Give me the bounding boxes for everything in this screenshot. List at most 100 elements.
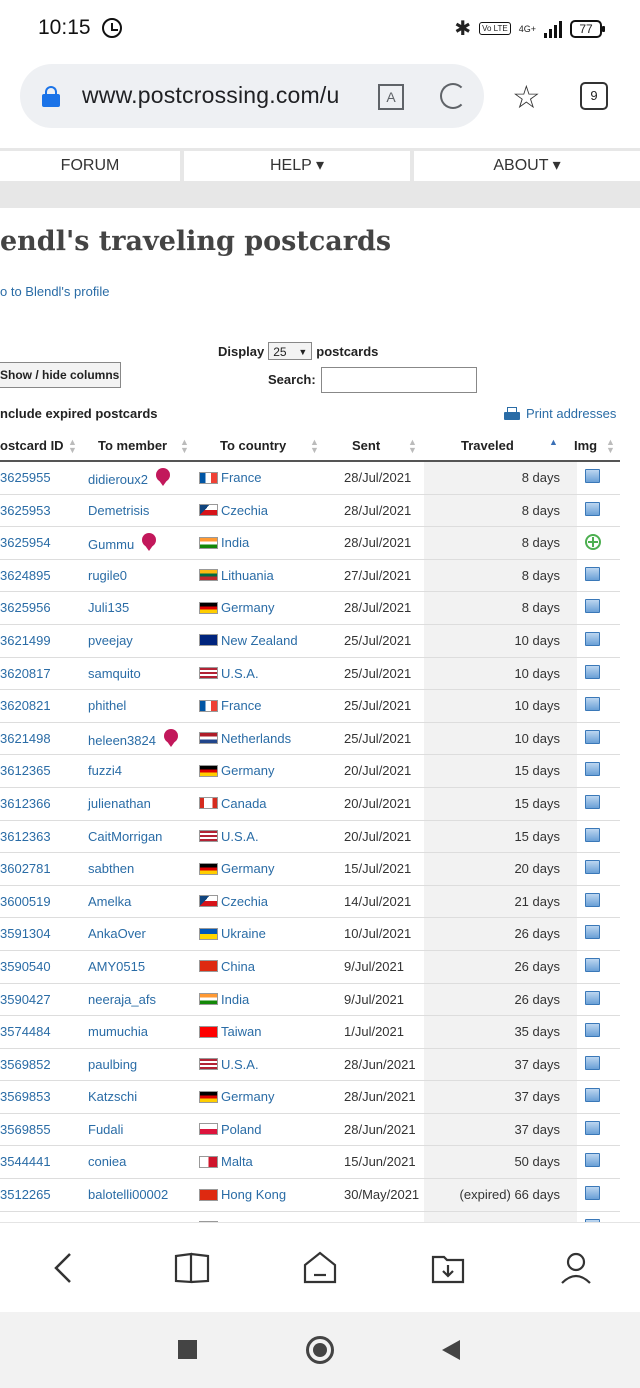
downloads-icon[interactable] bbox=[430, 1251, 466, 1285]
include-expired-label[interactable]: nclude expired postcards bbox=[0, 406, 158, 421]
img-cell[interactable] bbox=[585, 1153, 600, 1170]
member-link[interactable]: julienathan bbox=[88, 796, 151, 811]
col-header-country[interactable]: To country bbox=[220, 438, 286, 453]
member-link[interactable]: Gummu bbox=[88, 537, 134, 552]
img-cell[interactable] bbox=[585, 697, 600, 714]
country-link[interactable]: Canada bbox=[221, 796, 267, 811]
postcard-id-link[interactable]: 3612363 bbox=[0, 829, 51, 844]
image-icon[interactable] bbox=[585, 925, 600, 940]
image-icon[interactable] bbox=[585, 762, 600, 777]
member-link[interactable]: AnkaOver bbox=[88, 926, 146, 941]
country-link[interactable]: Lithuania bbox=[221, 568, 274, 583]
menu-forum[interactable]: FORUM bbox=[0, 151, 180, 181]
postcard-id-link[interactable]: 3602781 bbox=[0, 861, 51, 876]
col-header-img[interactable]: Img bbox=[574, 438, 597, 453]
col-header-sent[interactable]: Sent bbox=[352, 438, 380, 453]
country-link[interactable]: France bbox=[221, 698, 261, 713]
postcard-id-link[interactable]: 3569855 bbox=[0, 1122, 51, 1137]
address-bar[interactable]: www.postcrossing.com/u A bbox=[20, 64, 484, 128]
country-link[interactable]: New Zealand bbox=[221, 633, 298, 648]
image-icon[interactable] bbox=[585, 827, 600, 842]
country-link[interactable]: Czechia bbox=[221, 894, 268, 909]
member-link[interactable]: fuzzi4 bbox=[88, 763, 122, 778]
country-link[interactable]: Germany bbox=[221, 600, 274, 615]
image-icon[interactable] bbox=[585, 990, 600, 1005]
reload-icon[interactable] bbox=[440, 83, 466, 109]
profile-link[interactable]: o to Blendl's profile bbox=[0, 284, 109, 299]
image-icon[interactable] bbox=[585, 860, 600, 875]
img-cell[interactable] bbox=[585, 566, 600, 584]
postcard-id-link[interactable]: 3590427 bbox=[0, 992, 51, 1007]
img-cell[interactable] bbox=[585, 1055, 600, 1073]
col-header-member[interactable]: To member bbox=[98, 438, 167, 453]
country-link[interactable]: Germany bbox=[221, 861, 274, 876]
img-cell[interactable] bbox=[585, 501, 600, 519]
menu-about[interactable]: ABOUT ▾ bbox=[414, 151, 640, 181]
back-icon[interactable] bbox=[52, 1251, 74, 1285]
member-link[interactable]: CaitMorrigan bbox=[88, 829, 162, 844]
postcard-id-link[interactable]: 3621499 bbox=[0, 633, 51, 648]
img-cell[interactable] bbox=[585, 794, 600, 812]
country-link[interactable]: China bbox=[221, 959, 255, 974]
col-header-id[interactable]: ostcard ID bbox=[0, 438, 64, 453]
member-link[interactable]: phithel bbox=[88, 698, 126, 713]
image-icon[interactable] bbox=[585, 1120, 600, 1135]
img-cell[interactable] bbox=[585, 1186, 600, 1203]
image-icon[interactable] bbox=[585, 664, 600, 679]
recents-button[interactable] bbox=[178, 1340, 197, 1359]
member-link[interactable]: didieroux2 bbox=[88, 472, 148, 487]
member-link[interactable]: mumuchia bbox=[88, 1024, 148, 1039]
img-cell[interactable] bbox=[585, 892, 600, 910]
country-link[interactable]: France bbox=[221, 470, 261, 485]
country-link[interactable]: U.S.A. bbox=[221, 1057, 259, 1072]
bookmarks-icon[interactable] bbox=[174, 1251, 210, 1285]
country-link[interactable]: Germany bbox=[221, 1089, 274, 1104]
postcard-id-link[interactable]: 3569852 bbox=[0, 1057, 51, 1072]
img-cell[interactable] bbox=[585, 1023, 600, 1040]
image-icon[interactable] bbox=[585, 1186, 600, 1201]
member-link[interactable]: balotelli00002 bbox=[88, 1187, 168, 1202]
member-link[interactable]: Amelka bbox=[88, 894, 131, 909]
country-link[interactable]: Germany bbox=[221, 763, 274, 778]
img-cell[interactable] bbox=[585, 1088, 600, 1105]
postcard-id-link[interactable]: 3544441 bbox=[0, 1154, 51, 1169]
country-link[interactable]: Hong Kong bbox=[221, 1187, 286, 1202]
lock-icon[interactable] bbox=[42, 86, 60, 107]
img-cell[interactable] bbox=[585, 957, 600, 975]
member-link[interactable]: Juli135 bbox=[88, 600, 129, 615]
member-link[interactable]: neeraja_afs bbox=[88, 992, 156, 1007]
member-link[interactable]: heleen3824 bbox=[88, 733, 156, 748]
postcard-id-link[interactable]: 3590540 bbox=[0, 959, 51, 974]
postcard-id-link[interactable]: 3612365 bbox=[0, 763, 51, 778]
image-icon[interactable] bbox=[585, 892, 600, 907]
img-cell[interactable] bbox=[585, 631, 600, 649]
image-icon[interactable] bbox=[585, 1153, 600, 1168]
country-link[interactable]: U.S.A. bbox=[221, 666, 259, 681]
image-icon[interactable] bbox=[585, 1055, 600, 1070]
img-cell[interactable] bbox=[585, 599, 600, 616]
postcard-id-link[interactable]: 3625956 bbox=[0, 600, 51, 615]
image-icon[interactable] bbox=[585, 501, 600, 516]
country-link[interactable]: Poland bbox=[221, 1122, 261, 1137]
postcard-id-link[interactable]: 3620817 bbox=[0, 666, 51, 681]
member-link[interactable]: Katzschi bbox=[88, 1089, 137, 1104]
image-icon[interactable] bbox=[585, 957, 600, 972]
home-icon[interactable] bbox=[302, 1251, 338, 1285]
image-icon[interactable] bbox=[585, 697, 600, 712]
print-addresses-link[interactable]: Print addresses bbox=[504, 406, 616, 421]
display-count-select[interactable]: 25 bbox=[268, 342, 313, 361]
postcard-id-link[interactable]: 3624895 bbox=[0, 568, 51, 583]
reader-mode-icon[interactable]: A bbox=[378, 84, 404, 110]
menu-help[interactable]: HELP ▾ bbox=[184, 151, 410, 181]
country-link[interactable]: Taiwan bbox=[221, 1024, 261, 1039]
postcard-id-link[interactable]: 3591304 bbox=[0, 926, 51, 941]
back-button[interactable] bbox=[440, 1338, 462, 1362]
tabs-count-button[interactable]: 9 bbox=[580, 82, 608, 110]
image-icon[interactable] bbox=[585, 1088, 600, 1103]
member-link[interactable]: paulbing bbox=[88, 1057, 137, 1072]
member-link[interactable]: rugile0 bbox=[88, 568, 127, 583]
sort-icon[interactable]: ▲ ▼ bbox=[180, 438, 189, 455]
img-cell[interactable] bbox=[585, 469, 600, 486]
postcard-id-link[interactable]: 3512265 bbox=[0, 1187, 51, 1202]
postcard-id-link[interactable]: 3574484 bbox=[0, 1024, 51, 1039]
